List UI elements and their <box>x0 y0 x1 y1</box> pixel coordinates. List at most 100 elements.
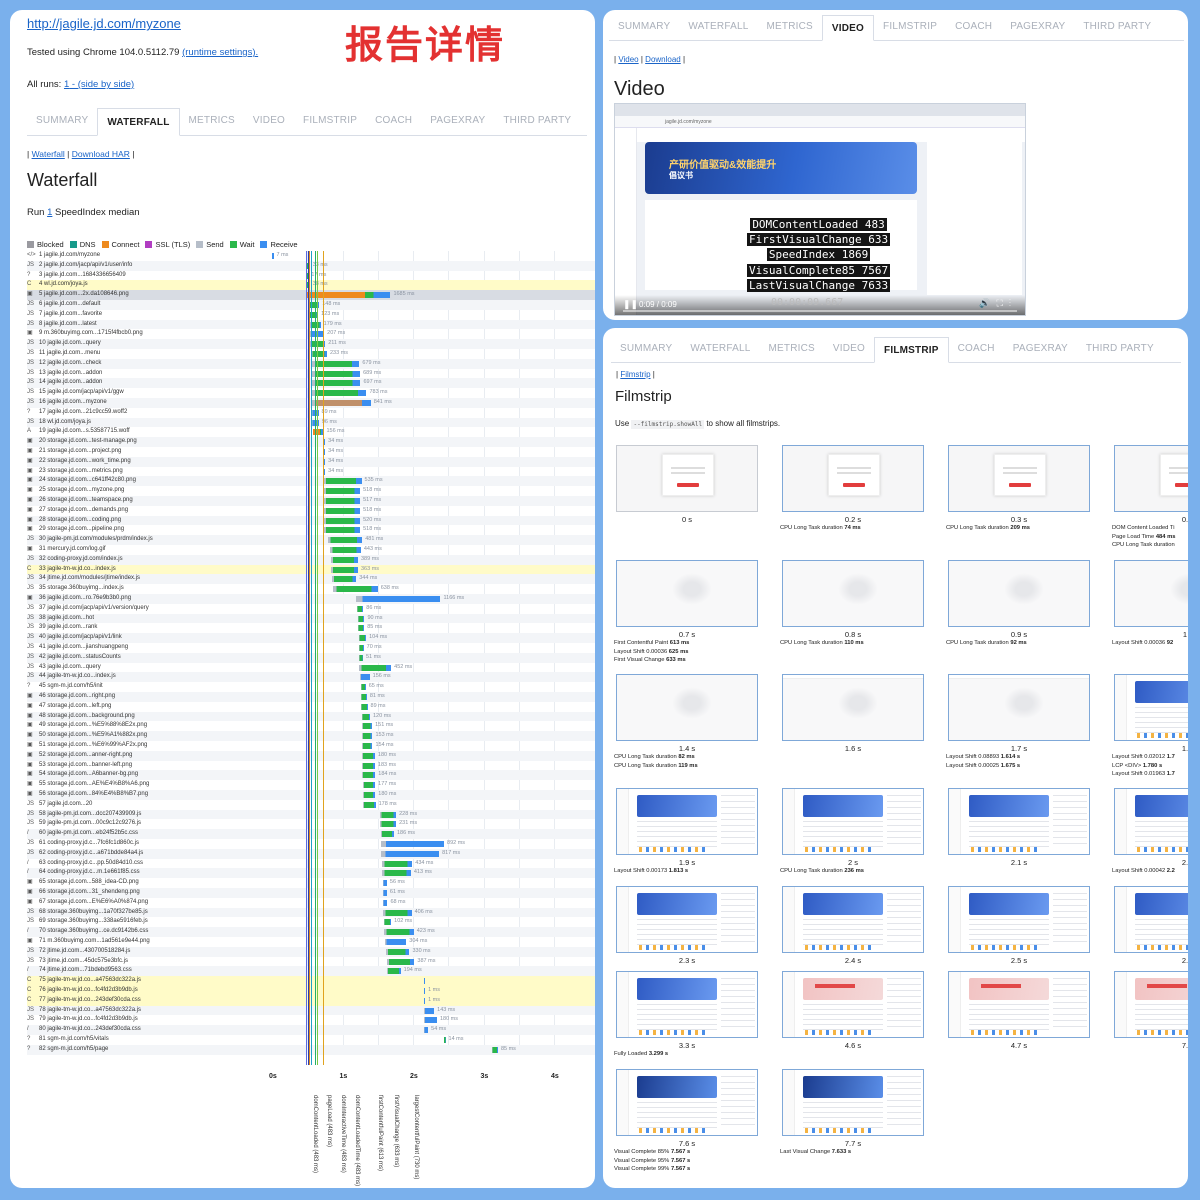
tab-third-party[interactable]: THIRD PARTY <box>1074 14 1160 40</box>
file-type-icon: JS <box>27 379 35 386</box>
tab-filmstrip[interactable]: FILMSTRIP <box>874 14 946 40</box>
request-label: ▣ 53 storage.jd.com...banner-left.png <box>27 761 267 771</box>
tab-summary[interactable]: SUMMARY <box>609 14 679 40</box>
tab-coach[interactable]: COACH <box>946 14 1001 40</box>
frame-time: 2.5 s <box>1010 956 1028 965</box>
thumb-bn <box>803 893 883 915</box>
video-player[interactable]: jagile.jd.com/myzone 产研价值驱动&效能提升 倡议书 DOM… <box>614 103 1026 316</box>
tab-third-party[interactable]: THIRD PARTY <box>1077 336 1163 362</box>
tab-filmstrip[interactable]: FILMSTRIP <box>294 107 366 135</box>
frame-thumbnail[interactable] <box>616 886 758 953</box>
frame-thumbnail[interactable] <box>616 674 758 741</box>
frame-thumbnail[interactable] <box>616 971 758 1038</box>
request-url: 28 storage.jd.com...coding.png <box>39 516 122 523</box>
frame-thumbnail[interactable] <box>1114 886 1188 953</box>
frame-time: 0 s <box>681 515 692 524</box>
video-control-icons[interactable]: 🔊⛶⋮ <box>979 298 1017 309</box>
download-har-link[interactable]: Download HAR <box>72 149 130 159</box>
tab-metrics[interactable]: METRICS <box>758 14 822 40</box>
tab-third-party[interactable]: THIRD PARTY <box>494 107 580 135</box>
frame-thumbnail[interactable] <box>1114 445 1188 512</box>
legend-swatch <box>260 241 268 248</box>
runtime-settings-link[interactable]: (runtime settings). <box>182 47 258 58</box>
tab-video[interactable]: VIDEO <box>821 15 875 41</box>
tab-coach[interactable]: COACH <box>366 107 421 135</box>
frame-thumbnail[interactable] <box>616 445 758 512</box>
request-duration: 638 ms <box>380 585 399 592</box>
thumb-side <box>783 887 795 952</box>
tab-metrics[interactable]: METRICS <box>760 336 824 362</box>
request-bar <box>362 762 375 769</box>
frame-thumbnail[interactable] <box>616 1069 758 1136</box>
request-url: 10 jagile.jd.com...query <box>39 340 101 347</box>
side-by-side-link[interactable]: - (side by side) <box>69 79 134 90</box>
frame-thumbnail[interactable] <box>782 445 924 512</box>
tab-waterfall[interactable]: WATERFALL <box>681 336 759 362</box>
frame-thumbnail[interactable] <box>616 788 758 855</box>
frame-thumbnail[interactable] <box>782 560 924 627</box>
file-type-icon: ▣ <box>27 526 33 533</box>
note-label: Layout Shift 0.00036 <box>1112 640 1167 646</box>
frame-thumbnail[interactable] <box>1114 560 1188 627</box>
frame-thumbnail[interactable] <box>948 971 1090 1038</box>
frame-thumbnail[interactable] <box>1114 788 1188 855</box>
tab-summary[interactable]: SUMMARY <box>611 336 681 362</box>
request-bar <box>272 253 274 259</box>
page-url-link[interactable]: http://jagile.jd.com/myzone <box>27 16 181 31</box>
request-bar <box>361 703 368 710</box>
tab-pagexray[interactable]: PAGEXRAY <box>421 107 494 135</box>
file-type-icon: JS <box>27 261 35 268</box>
request-bar <box>311 380 361 387</box>
frame-thumbnail[interactable] <box>948 788 1090 855</box>
frame-thumbnail[interactable] <box>1114 674 1188 741</box>
tab-summary[interactable]: SUMMARY <box>27 107 97 135</box>
frame-thumbnail[interactable] <box>948 445 1090 512</box>
filmstrip-heading: Filmstrip <box>615 388 672 405</box>
tab-filmstrip[interactable]: FILMSTRIP <box>874 337 949 363</box>
request-label: C 4 wl.jd.com/joya.js <box>27 280 267 290</box>
frame-time: 1. <box>1181 744 1188 753</box>
usage-prefix: Use <box>615 419 632 428</box>
tab-video[interactable]: VIDEO <box>244 107 294 135</box>
frame-thumbnail[interactable] <box>948 886 1090 953</box>
request-label: JS 30 jagile-pm.jd.com/modules/prdm/index… <box>27 535 267 545</box>
frame-thumbnail[interactable] <box>948 674 1090 741</box>
frame-time: 1.9 s <box>678 858 696 867</box>
request-bar <box>361 733 373 740</box>
frame-thumbnail[interactable] <box>782 886 924 953</box>
tab-video[interactable]: VIDEO <box>824 336 874 362</box>
request-url: 2 jagile.jd.com/jacp/api/v1/user/info <box>39 261 133 268</box>
request-bar <box>323 517 361 524</box>
frame-note: CPU Long Task duration 74 ms <box>780 524 950 533</box>
frame-thumbnail[interactable] <box>1114 971 1188 1038</box>
video-progress-bar[interactable] <box>623 310 1017 312</box>
frame-time: 4.7 s <box>1010 1041 1028 1050</box>
tab-waterfall[interactable]: WATERFALL <box>97 108 180 136</box>
frame-thumbnail[interactable] <box>782 674 924 741</box>
request-duration: 7 ms <box>276 252 289 258</box>
frame-thumbnail[interactable] <box>782 1069 924 1136</box>
run-prefix: Run <box>27 207 48 218</box>
legend-item: DNS <box>69 240 96 249</box>
frame-thumbnail[interactable] <box>782 971 924 1038</box>
download-video-link[interactable]: Download <box>645 55 681 64</box>
frame-note: CPU Long Task duration 92 ms <box>946 639 1116 648</box>
waterfall-anchor-link[interactable]: Waterfall <box>32 149 65 159</box>
pause-icon[interactable]: ❚❚ <box>623 299 638 310</box>
filmstrip-anchor-link[interactable]: Filmstrip <box>620 370 650 379</box>
request-bar <box>358 645 364 651</box>
tab-metrics[interactable]: METRICS <box>180 107 244 135</box>
tab-pagexray[interactable]: PAGEXRAY <box>1001 14 1074 40</box>
request-label: / 80 jagile-tm-w.jd.co...243def30cda.css <box>27 1025 267 1035</box>
note-value: 633 ms <box>666 657 686 663</box>
tab-waterfall[interactable]: WATERFALL <box>679 14 757 40</box>
report-title: 报告详情 <box>345 23 506 67</box>
frame-note: Layout Shift 0.00042 2.2 <box>1112 867 1188 876</box>
video-anchor-link[interactable]: Video <box>618 55 638 64</box>
frame-note: Fully Loaded 3.299 s <box>614 1050 784 1059</box>
frame-thumbnail[interactable] <box>782 788 924 855</box>
frame-thumbnail[interactable] <box>616 560 758 627</box>
tab-coach[interactable]: COACH <box>949 336 1004 362</box>
frame-thumbnail[interactable] <box>948 560 1090 627</box>
tab-pagexray[interactable]: PAGEXRAY <box>1004 336 1077 362</box>
